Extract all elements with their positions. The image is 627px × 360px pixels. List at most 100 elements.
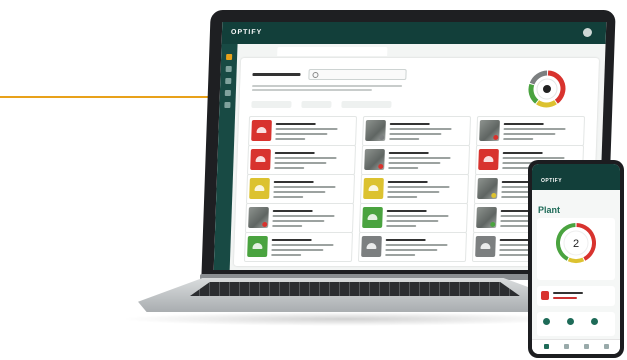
- asset-status-icon: [250, 149, 271, 170]
- card-text-line: [385, 254, 416, 256]
- asset-card[interactable]: [248, 116, 358, 146]
- nav-alerts-icon[interactable]: [584, 344, 589, 349]
- card-text-line: [275, 128, 338, 130]
- alert-icon: [541, 291, 549, 300]
- asset-photo: [476, 207, 497, 228]
- asset-card[interactable]: [357, 232, 467, 262]
- laptop-shadow: [120, 312, 570, 326]
- card-text-line: [499, 254, 530, 256]
- asset-status-icon: [478, 149, 499, 170]
- card-text-line: [387, 191, 440, 193]
- description-text-line: [252, 85, 403, 87]
- asset-card[interactable]: [359, 174, 470, 204]
- callout-line: [0, 96, 232, 98]
- machine-icon: [252, 243, 263, 249]
- card-text-line: [271, 254, 302, 256]
- card-text-line: [271, 244, 334, 246]
- laptop-keyboard: [190, 282, 520, 296]
- summary-icon[interactable]: [567, 318, 574, 325]
- reports-icon[interactable]: [224, 90, 231, 96]
- card-text-line: [385, 244, 448, 246]
- card-text-line: [503, 128, 566, 130]
- search-input[interactable]: [308, 69, 407, 80]
- settings-icon[interactable]: [224, 102, 231, 108]
- asset-card[interactable]: [358, 203, 469, 233]
- card-text-line: [272, 210, 313, 212]
- panel-title-line: [252, 73, 301, 76]
- nav-home-icon[interactable]: [544, 344, 549, 349]
- phone-alert-row[interactable]: [537, 286, 615, 306]
- brand-logo[interactable]: OPTIFY: [231, 29, 263, 36]
- asset-photo: [364, 149, 385, 170]
- card-text-line: [273, 196, 304, 198]
- phone-bottom-nav: [532, 339, 620, 354]
- assets-icon[interactable]: [225, 78, 232, 84]
- asset-card[interactable]: [360, 145, 471, 175]
- card-text-line: [273, 181, 314, 183]
- filter-measurement[interactable]: [341, 101, 392, 108]
- card-text-line: [387, 181, 428, 183]
- asset-photo: [365, 120, 386, 141]
- card-text-line: [501, 196, 532, 198]
- filter-status[interactable]: [301, 101, 332, 108]
- nav-menu-icon[interactable]: [604, 344, 609, 349]
- card-text-line: [389, 133, 442, 135]
- asset-status-icon: [251, 120, 272, 141]
- card-text-line: [271, 239, 312, 241]
- card-text-line: [386, 210, 427, 212]
- card-text-line: [272, 225, 303, 227]
- card-text-line: [388, 157, 451, 159]
- asset-card[interactable]: [362, 116, 472, 146]
- card-text-line: [388, 152, 429, 154]
- tab-active[interactable]: [277, 47, 388, 56]
- alert-text-line: [553, 297, 577, 299]
- machine-icon: [368, 185, 379, 191]
- card-text-line: [273, 186, 336, 188]
- nav-assets-icon[interactable]: [564, 344, 569, 349]
- asset-card[interactable]: [244, 203, 355, 233]
- card-text-line: [275, 133, 328, 135]
- asset-status-icon: [475, 236, 496, 257]
- user-menu-icon[interactable]: [582, 28, 593, 37]
- card-text-line: [274, 167, 305, 169]
- card-text-line: [389, 138, 420, 140]
- asset-status-icon: [362, 207, 383, 228]
- machine-icon: [256, 127, 267, 133]
- summary-icon[interactable]: [591, 318, 598, 325]
- card-text-line: [387, 196, 418, 198]
- asset-card[interactable]: [243, 232, 353, 262]
- asset-status-icon: [361, 236, 382, 257]
- gauge-segment-yellow: [567, 257, 585, 263]
- card-text-line: [386, 225, 417, 227]
- card-text-line: [503, 138, 534, 140]
- asset-status-icon: [249, 178, 270, 199]
- dashboard-icon[interactable]: [225, 66, 232, 72]
- card-text-line: [387, 186, 450, 188]
- card-text-line: [271, 249, 324, 251]
- phone-status-gauge: 2: [556, 223, 596, 263]
- gauge-value: 2: [573, 238, 579, 250]
- card-text-line: [500, 225, 531, 227]
- machine-icon: [367, 214, 378, 220]
- card-text-line: [386, 215, 449, 217]
- card-text-line: [502, 152, 543, 154]
- phone-gauge-card[interactable]: 2: [537, 218, 615, 280]
- filter-priority[interactable]: [251, 101, 292, 108]
- asset-card[interactable]: [476, 116, 586, 146]
- asset-card[interactable]: [246, 145, 357, 175]
- machine-icon: [254, 185, 265, 191]
- card-text-line: [389, 128, 452, 130]
- card-text-line: [275, 138, 306, 140]
- status-dot: [493, 135, 499, 140]
- card-text-line: [274, 152, 315, 154]
- top-bar: OPTIFY: [221, 22, 607, 44]
- asset-status-icon: [247, 236, 268, 257]
- card-text-line: [274, 157, 337, 159]
- summary-icon[interactable]: [543, 318, 550, 325]
- card-text-line: [389, 123, 430, 125]
- card-text-line: [273, 191, 326, 193]
- card-text-line: [274, 162, 327, 164]
- home-icon[interactable]: [226, 54, 233, 60]
- asset-card[interactable]: [245, 174, 356, 204]
- card-text-line: [502, 157, 565, 159]
